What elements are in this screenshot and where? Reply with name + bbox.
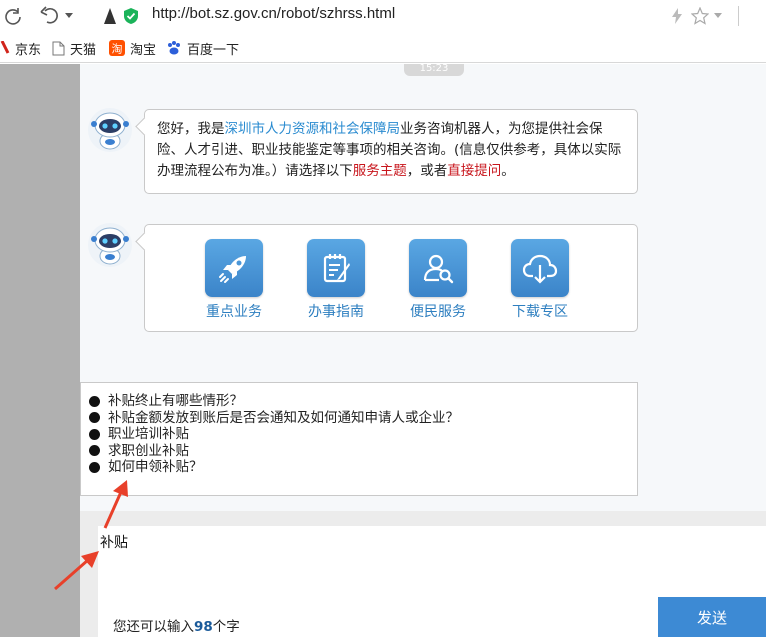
baidu-paw-icon [166, 40, 182, 56]
browser-toolbar: http://bot.sz.gov.cn/robot/szhrss.html [0, 0, 766, 32]
suggestion-item[interactable]: 职业培训补贴 [89, 426, 629, 443]
robot-avatar [87, 107, 133, 153]
bullet-dot [89, 412, 100, 424]
greeting-text-part: 。 [501, 163, 515, 179]
suggestion-list: 补贴终止有哪些情形？ 补贴金额发放到账后是否会通知及如何通知申请人或企业？ 职业… [80, 382, 638, 496]
bookmark-label: 百度一下 [187, 42, 240, 58]
suggestion-text: 职业培训补贴 [108, 426, 189, 442]
robot-avatar [87, 222, 133, 268]
char-counter: 您还可以输入98个字 [113, 615, 240, 635]
bookmark-tmall[interactable]: 天猫 [52, 39, 97, 58]
annotation-arrow-icon [54, 551, 99, 591]
suggestion-item[interactable]: 如何申领补贴？ [89, 459, 629, 476]
service-label: 办事指南 [308, 304, 364, 320]
service-label: 下载专区 [512, 304, 568, 320]
shield-icon[interactable] [101, 3, 119, 29]
star-icon[interactable] [690, 3, 710, 29]
suggestion-item[interactable]: 补贴终止有哪些情形？ [89, 393, 629, 410]
suggestion-item[interactable]: 求职创业补贴 [89, 443, 629, 460]
bookmarks-bar: 京东 天猫 淘 淘宝 百度一下 [0, 32, 766, 63]
address-bar[interactable]: http://bot.sz.gov.cn/robot/szhrss.html [152, 5, 395, 22]
service-guide[interactable]: 办事指南 [307, 239, 365, 321]
service-convenience[interactable]: 便民服务 [409, 239, 467, 321]
clipboard-icon[interactable] [307, 239, 365, 297]
history-dropdown-icon[interactable] [63, 3, 75, 29]
greeting-text-part: 您好，我是 [157, 121, 225, 137]
service-label: 便民服务 [410, 304, 466, 320]
secure-check-icon[interactable] [122, 3, 140, 29]
suggestion-text: 补贴金额发放到账后是否会通知及如何通知申请人或企业？ [108, 409, 459, 426]
counter-value: 98 [194, 619, 213, 635]
bullet-dot [89, 428, 100, 440]
service-label: 重点业务 [206, 304, 262, 320]
service-topic-link[interactable]: 服务主题 [353, 163, 407, 179]
taobao-icon: 淘 [109, 40, 125, 56]
bookmark-label: 淘宝 [130, 42, 157, 58]
service-download[interactable]: 下载专区 [511, 239, 569, 321]
reload-icon[interactable] [2, 3, 24, 29]
greeting-message-text: 您好，我是深圳市人力资源和社会保障局业务咨询机器人，为您提供社会保险、人才引进、… [145, 110, 637, 191]
question-input[interactable]: 补贴 您还可以输入98个字 发送 [98, 526, 766, 637]
greeting-text-part: ，或者 [406, 163, 448, 179]
bookmark-jd[interactable]: 京东 [0, 39, 42, 58]
message-timestamp: 15:23 [404, 64, 464, 76]
bullet-dot [89, 461, 100, 473]
send-button[interactable]: 发送 [658, 597, 766, 637]
jd-icon [0, 41, 10, 55]
user-search-icon[interactable] [409, 239, 467, 297]
suggestion-text: 如何申领补贴？ [108, 459, 203, 475]
greeting-message-bubble: 您好，我是深圳市人力资源和社会保障局业务咨询机器人，为您提供社会保险、人才引进、… [144, 109, 638, 194]
page-icon [52, 41, 65, 56]
suggestion-item[interactable]: 补贴金额发放到账后是否会通知及如何通知申请人或企业？ [89, 410, 629, 427]
service-menu-bubble: 重点业务 办事指南 便民服务 下载专区 [144, 224, 638, 332]
suggestion-text: 求职创业补贴 [108, 442, 189, 459]
cloud-download-icon[interactable] [511, 239, 569, 297]
star-dropdown-icon[interactable] [712, 3, 724, 29]
lightning-icon[interactable] [668, 3, 686, 29]
bookmark-label: 天猫 [70, 42, 97, 58]
bookmark-baidu[interactable]: 百度一下 [166, 39, 240, 58]
input-area: 补贴 您还可以输入98个字 发送 [80, 511, 766, 637]
counter-prefix: 您还可以输入 [113, 619, 194, 635]
service-menu: 重点业务 办事指南 便民服务 下载专区 [205, 239, 569, 321]
annotation-arrow-icon [103, 480, 128, 529]
service-key-business[interactable]: 重点业务 [205, 239, 263, 321]
bookmark-label: 京东 [15, 42, 42, 58]
bullet-dot [89, 395, 100, 407]
direct-question-link[interactable]: 直接提问 [447, 163, 501, 179]
toolbar-divider [738, 6, 739, 26]
back-icon[interactable] [38, 3, 62, 29]
org-name-link[interactable]: 深圳市人力资源和社会保障局 [225, 121, 401, 137]
bullet-dot [89, 445, 100, 457]
suggestion-text: 补贴终止有哪些情形？ [108, 393, 243, 409]
question-input-value[interactable]: 补贴 [100, 532, 128, 552]
counter-suffix: 个字 [212, 619, 240, 635]
bookmark-taobao[interactable]: 淘 淘宝 [109, 39, 157, 58]
rocket-icon[interactable] [205, 239, 263, 297]
svg-text:淘: 淘 [112, 43, 123, 56]
